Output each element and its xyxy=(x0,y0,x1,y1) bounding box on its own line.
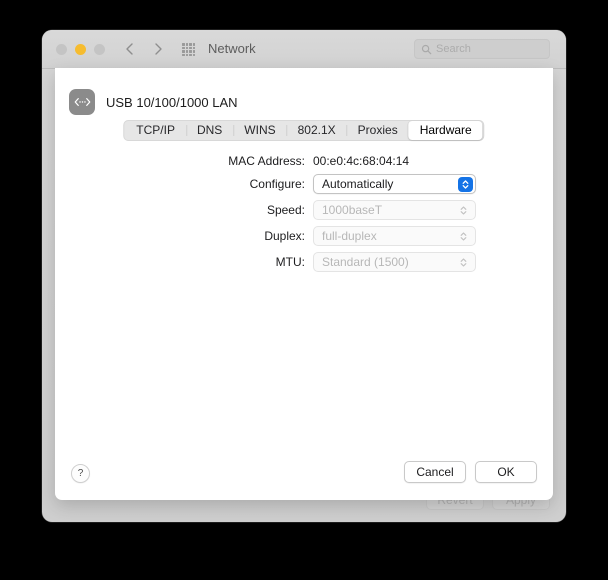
chevron-up-down-icon xyxy=(456,255,471,270)
mtu-value: Standard (1500) xyxy=(322,255,409,269)
help-button[interactable]: ? xyxy=(71,464,90,483)
chevron-up-down-icon xyxy=(456,229,471,244)
field-row-mac-address: MAC Address: 00:e0:4c:68:04:14 xyxy=(55,154,553,168)
mtu-label: MTU: xyxy=(275,255,305,269)
tab-proxies[interactable]: Proxies xyxy=(346,121,409,140)
traffic-lights xyxy=(56,44,105,55)
mtu-popup-button: Standard (1500) xyxy=(313,252,476,272)
zoom-button[interactable] xyxy=(94,44,105,55)
interface-name: USB 10/100/1000 LAN xyxy=(106,94,238,110)
cancel-button[interactable]: Cancel xyxy=(404,461,466,483)
search-icon xyxy=(421,44,432,55)
window-titlebar: Network Search xyxy=(42,30,566,69)
show-all-grid-icon[interactable] xyxy=(182,43,195,56)
settings-tab-bar: TCP/IP DNS WINS 802.1X Proxies Hardware xyxy=(123,120,485,141)
mac-address-label: MAC Address: xyxy=(228,154,305,168)
field-row-mtu: MTU: Standard (1500) xyxy=(55,252,553,272)
speed-label: Speed: xyxy=(266,203,305,217)
chevron-up-down-icon xyxy=(458,177,473,192)
page-title: Network xyxy=(208,41,256,56)
chevron-up-down-icon xyxy=(456,203,471,218)
search-placeholder: Search xyxy=(436,43,471,55)
close-button[interactable] xyxy=(56,44,67,55)
sheet-footer: ? Cancel OK xyxy=(55,456,553,500)
tab-hardware[interactable]: Hardware xyxy=(408,121,483,140)
tab-wins[interactable]: WINS xyxy=(233,121,286,140)
network-preferences-window: Network Search Revert Apply USB 10/100/1… xyxy=(42,30,566,522)
ethernet-icon xyxy=(69,89,95,115)
search-input[interactable]: Search xyxy=(414,39,550,59)
sheet-actions: Cancel OK xyxy=(404,461,537,483)
speed-popup-button: 1000baseT xyxy=(313,200,476,220)
duplex-popup-button: full-duplex xyxy=(313,226,476,246)
ok-button[interactable]: OK xyxy=(475,461,537,483)
minimize-button[interactable] xyxy=(75,44,86,55)
tab-tcp-ip[interactable]: TCP/IP xyxy=(125,121,186,140)
interface-header: USB 10/100/1000 LAN xyxy=(69,89,238,115)
chevron-right-icon[interactable] xyxy=(150,41,166,57)
tab-dns[interactable]: DNS xyxy=(185,121,233,140)
mac-address-value: 00:e0:4c:68:04:14 xyxy=(313,154,410,168)
configure-popup-button[interactable]: Automatically xyxy=(313,174,476,194)
field-row-duplex: Duplex: full-duplex xyxy=(55,226,553,246)
field-row-configure: Configure: Automatically xyxy=(55,174,553,194)
duplex-value: full-duplex xyxy=(322,229,377,243)
chevron-left-icon[interactable] xyxy=(122,41,138,57)
configure-value: Automatically xyxy=(322,177,394,191)
duplex-label: Duplex: xyxy=(264,229,305,243)
hardware-settings-sheet: USB 10/100/1000 LAN TCP/IP DNS WINS 802.… xyxy=(55,68,553,500)
tab-802-1x[interactable]: 802.1X xyxy=(286,121,347,140)
speed-value: 1000baseT xyxy=(322,203,383,217)
configure-label: Configure: xyxy=(249,177,305,191)
hardware-form: MAC Address: 00:e0:4c:68:04:14 Configure… xyxy=(55,154,553,278)
field-row-speed: Speed: 1000baseT xyxy=(55,200,553,220)
